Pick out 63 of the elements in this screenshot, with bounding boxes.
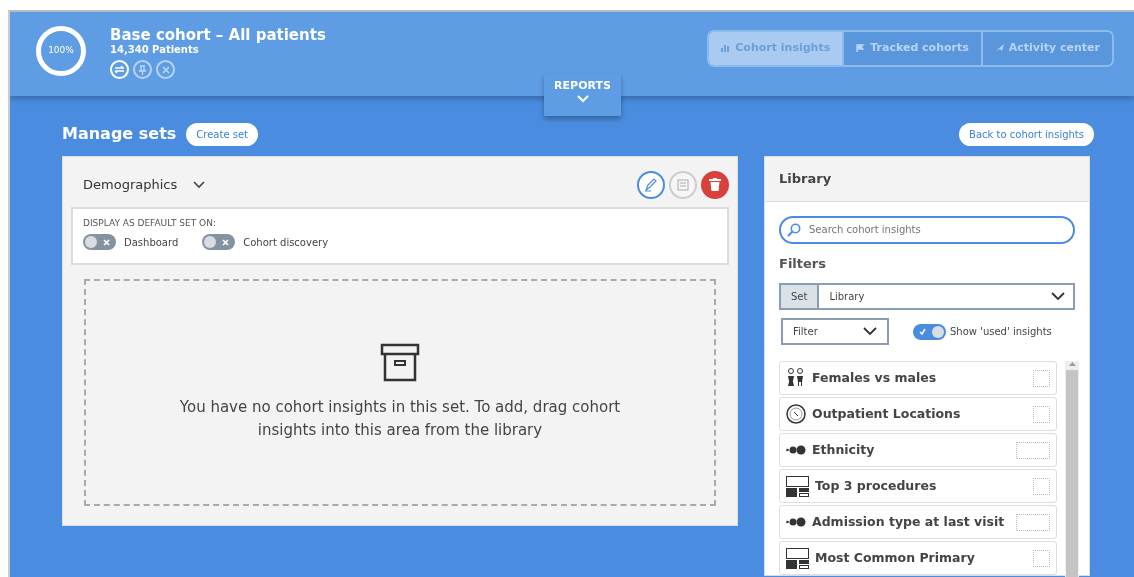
set-dropdown[interactable]: Demographics: [71, 167, 218, 203]
item-label: Females vs males: [812, 368, 937, 387]
x-icon: [222, 238, 230, 246]
close-button[interactable]: [156, 60, 175, 79]
delete-button[interactable]: [701, 170, 729, 199]
library-item[interactable]: Top 3 procedures: [779, 469, 1057, 503]
search-field[interactable]: Search cohort insights: [779, 215, 1075, 244]
edit-button[interactable]: [637, 170, 665, 199]
drag-handle[interactable]: [1016, 513, 1050, 531]
filters-heading: Filters: [779, 254, 827, 273]
back-button[interactable]: Back to cohort insights: [959, 122, 1094, 146]
library-item[interactable]: Most Common Primary: [779, 541, 1057, 575]
drag-handle[interactable]: [1033, 369, 1050, 387]
toggle-label: Cohort discovery: [243, 235, 329, 250]
people-icon: [786, 368, 806, 388]
chevron-down-icon: [863, 327, 877, 336]
bar-chart-icon: [721, 43, 732, 54]
item-label: Admission type at last visit: [812, 512, 1005, 531]
chevron-down-icon: [576, 94, 589, 103]
patient-count: 14,340 Patients: [110, 44, 200, 56]
toggle-switch[interactable]: [913, 323, 946, 340]
archive-box-icon: [379, 342, 421, 384]
empty-message: You have no cohort insights in this set. To add, drag cohort insights into this area from the library: [178, 397, 622, 441]
filter-select[interactable]: Filter: [781, 318, 889, 345]
toggle-switch[interactable]: [83, 234, 116, 250]
cohort-title: Base cohort – All patients: [110, 26, 326, 44]
drag-handle[interactable]: [1033, 405, 1050, 423]
drag-handle[interactable]: [1016, 441, 1050, 459]
item-label: Top 3 procedures: [815, 476, 937, 495]
check-icon: [919, 328, 926, 335]
trash-icon: [709, 178, 721, 192]
search-icon: [787, 222, 801, 237]
toggle-label: Dashboard: [124, 235, 179, 250]
swap-button[interactable]: [110, 60, 129, 79]
gauge-icon: [786, 404, 806, 424]
pen-icon: [644, 177, 658, 192]
create-set-button[interactable]: Create set: [186, 122, 259, 146]
drag-handle[interactable]: [1033, 549, 1050, 567]
item-label: Ethnicity: [812, 440, 875, 459]
x-icon: [103, 238, 110, 246]
pin-icon: [138, 64, 147, 75]
item-label: Most Common Primary: [815, 548, 975, 567]
item-label: Outpatient Locations: [812, 404, 961, 423]
library-item[interactable]: Ethnicity: [779, 433, 1057, 467]
layout-blocks-icon: [786, 547, 809, 569]
scroll-up-icon: [1068, 361, 1076, 366]
library-item[interactable]: Females vs males: [779, 361, 1057, 395]
progress-ring: 100%: [36, 26, 86, 76]
toggle-switch[interactable]: [202, 234, 236, 250]
layout-blocks-icon: [786, 475, 809, 497]
flag-icon: [856, 43, 867, 54]
drag-handle[interactable]: [1033, 477, 1050, 495]
scrollbar[interactable]: [1065, 361, 1079, 577]
swap-icon: [114, 65, 125, 74]
toggle-label: Show 'used' insights: [950, 325, 1052, 339]
panel-title: Library: [765, 157, 1089, 202]
pin-button[interactable]: [133, 60, 152, 79]
library-item[interactable]: Outpatient Locations: [779, 397, 1057, 431]
chevron-down-icon: [193, 180, 206, 189]
section-label: DISPLAY AS DEFAULT SET ON:: [83, 216, 217, 230]
library-item[interactable]: Admission type at last visit: [779, 505, 1057, 539]
close-icon: [161, 65, 170, 74]
page-title: Manage sets: [62, 123, 177, 145]
